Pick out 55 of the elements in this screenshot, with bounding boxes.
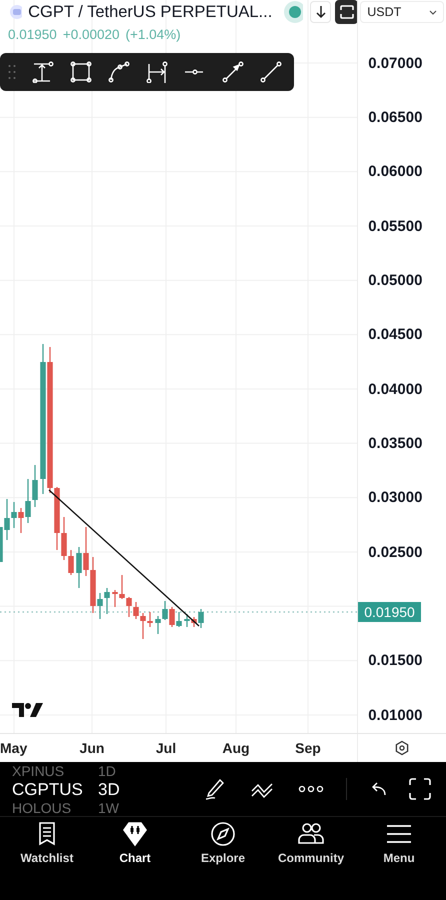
price-label: 0.04500 [368,326,422,344]
date-label: Jun [80,740,104,756]
last-price: 0.01950 [8,26,57,42]
measure-tool-icon[interactable] [32,61,54,83]
arrow-down-icon [314,5,327,19]
caret-icon [429,10,438,14]
price-label: 0.07000 [368,54,422,72]
date-label: Jul [156,740,176,756]
more-icon[interactable] [298,784,324,794]
arrow-tool-icon[interactable] [222,61,244,83]
price-label: 0.05500 [368,218,422,235]
nav-icon [121,821,149,847]
interval-option[interactable]: 1D [98,762,138,778]
fullscreen-icon [340,5,354,19]
interval-option[interactable]: 1W [98,800,138,816]
nav-icon [297,821,325,847]
nav-tab[interactable]: Explore [180,821,266,865]
symbol-title[interactable]: CGPT / TetherUS PERPETUAL... [28,2,272,22]
currency-dropdown[interactable]: USDT [360,1,444,23]
nav-tab[interactable]: Watchlist [4,821,90,865]
download-button[interactable] [310,1,332,23]
price-change-percent: (+1.04%) [126,26,181,42]
grip-icon[interactable] [8,64,16,80]
price-label: 0.06500 [368,108,422,126]
rectangle-tool-icon[interactable] [70,61,92,83]
symbol-option[interactable]: CGPTUS [12,778,84,800]
date-label: Aug [222,740,250,756]
trend-line[interactable] [48,490,200,626]
nav-tab[interactable]: Chart [92,821,178,865]
price-label: 0.01500 [368,652,422,670]
coin-icon [10,5,22,19]
price-label: 0.04000 [368,380,422,398]
price-label: 0.05000 [368,272,422,289]
fullscreen-button[interactable] [335,0,358,24]
price-label: 0.03000 [368,489,422,506]
date-label: Sep [295,740,321,756]
price-label: 0.01000 [368,706,422,724]
interval-option[interactable]: 3D [98,778,138,800]
settings-icon[interactable] [394,740,410,756]
trend-line-tool-icon[interactable] [260,61,282,83]
price-label: 0.03500 [368,434,422,452]
current-price-label: 0.01950 [358,602,421,622]
price-change: +0.00020 [62,26,120,42]
nav-icon [209,821,237,847]
logo-icon [12,702,44,718]
symbol-option[interactable]: XPINUS [12,762,84,778]
symbol-option[interactable]: HOLOUS [12,800,84,816]
date-label: May [0,740,28,756]
fullscreen-icon[interactable] [409,778,431,800]
nav-tab[interactable]: Menu [356,821,442,865]
price-label: 0.06000 [368,163,422,180]
curve-tool-icon[interactable] [108,61,130,83]
price-label: 0.02500 [368,544,422,561]
nav-tab[interactable]: Community [268,821,354,865]
date-range-tool-icon[interactable] [146,61,168,83]
